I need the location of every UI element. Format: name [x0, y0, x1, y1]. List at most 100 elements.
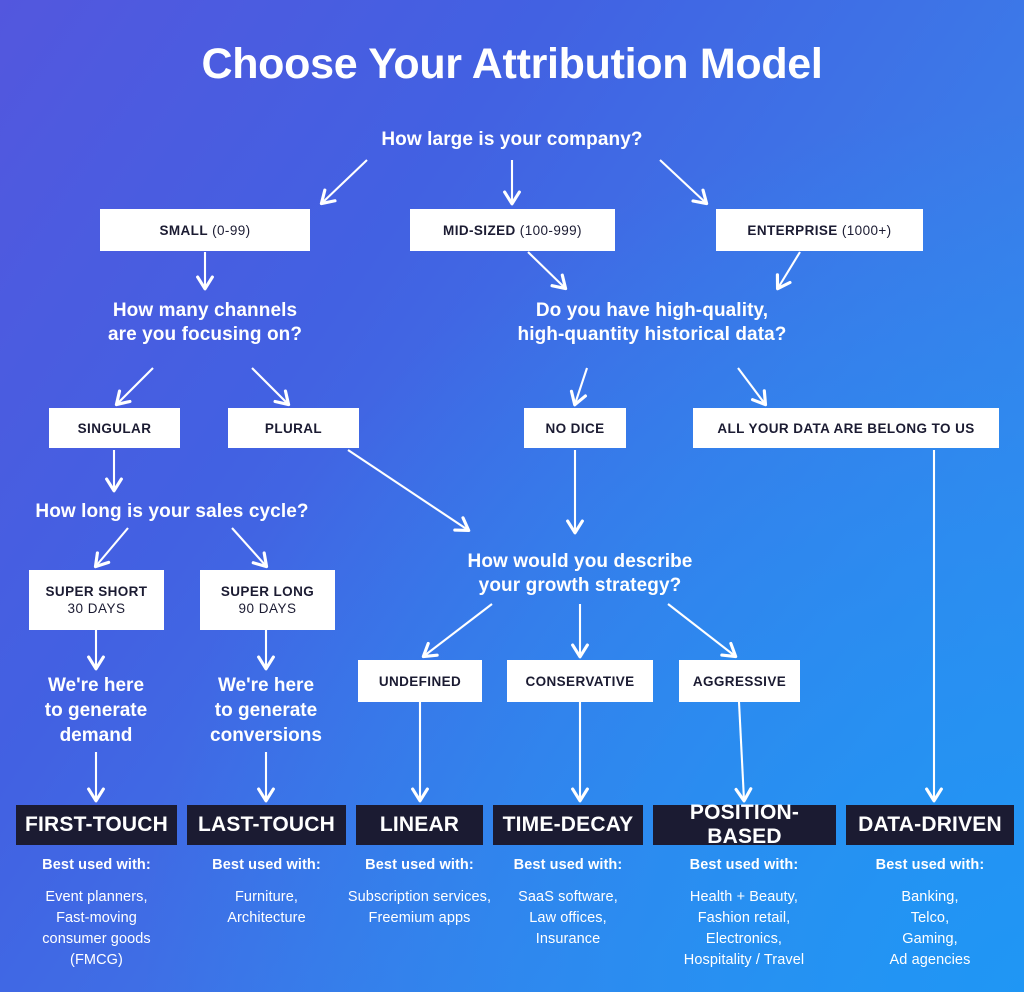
question-channels-line1: How many channels	[112, 300, 298, 321]
question-channels-line2: are you focusing on?	[107, 324, 303, 346]
box-singular[interactable]: SINGULAR	[49, 408, 180, 448]
footer-linear: Best used with: Subscription services, F…	[340, 857, 499, 929]
arrow-enterprise-to-data	[775, 251, 801, 291]
outcome-demand-line1: We're here	[47, 675, 145, 696]
arrow-to-super-short	[93, 527, 129, 569]
outcome-demand-line2: to generate	[44, 700, 148, 722]
model-box-data-driven[interactable]: DATA-DRIVEN	[846, 805, 1014, 845]
footer-body-last-touch: Furniture, Architecture	[187, 887, 346, 929]
arrow-to-small	[319, 159, 368, 206]
model-name-linear: LINEAR	[379, 813, 460, 836]
footer-line: Telco,	[910, 910, 950, 927]
model-box-last-touch[interactable]: LAST-TOUCH	[187, 805, 346, 845]
box-plural-label: PLURAL	[264, 420, 323, 436]
box-undefined[interactable]: UNDEFINED	[358, 660, 482, 702]
question-growth-strategy-line2: your growth strategy?	[478, 575, 682, 597]
box-all-your-data[interactable]: ALL YOUR DATA ARE BELONG TO US	[693, 408, 999, 448]
arrow-to-aggressive	[667, 603, 738, 659]
box-conservative[interactable]: CONSERVATIVE	[507, 660, 653, 702]
footer-line: Event planners,	[45, 889, 148, 905]
footer-body-time-decay: SaaS software, Law offices, Insurance	[493, 887, 643, 950]
footer-line: Ad agencies	[889, 952, 971, 969]
question-historical-data: Do you have high-quality, high-quantity …	[447, 299, 857, 348]
footer-line: Fashion retail,	[697, 910, 791, 927]
box-mid-sized-range: (100-999)	[515, 222, 582, 238]
box-all-your-data-label: ALL YOUR DATA ARE BELONG TO US	[717, 420, 975, 436]
footer-heading-first-touch: Best used with:	[42, 857, 151, 873]
model-box-time-decay[interactable]: TIME-DECAY	[493, 805, 643, 845]
footer-body-first-touch: Event planners, Fast-moving consumer goo…	[16, 887, 177, 971]
footer-line: SaaS software,	[518, 889, 618, 905]
footer-line: Freemium apps	[368, 910, 471, 927]
page-title: Choose Your Attribution Model	[201, 40, 823, 88]
arrow-to-no-dice	[569, 367, 588, 407]
arrow-midsized-to-data	[527, 251, 568, 291]
box-enterprise[interactable]: ENTERPRISE (1000+)	[716, 209, 923, 251]
question-company-size: How large is your company?	[381, 129, 643, 150]
box-small-label: SMALL	[159, 222, 208, 238]
footer-line: Architecture	[227, 910, 306, 927]
box-mid-sized-label: MID-SIZED	[443, 222, 516, 238]
outcome-demand: We're here to generate demand	[16, 673, 176, 748]
model-box-linear[interactable]: LINEAR	[356, 805, 483, 845]
box-aggressive[interactable]: AGGRESSIVE	[679, 660, 800, 702]
model-name-last-touch: LAST-TOUCH	[198, 813, 335, 836]
footer-position-based: Best used with: Health + Beauty, Fashion…	[648, 857, 840, 971]
footer-heading-position-based: Best used with:	[689, 857, 799, 873]
footer-last-touch: Best used with: Furniture, Architecture	[187, 857, 346, 929]
box-small[interactable]: SMALL (0-99)	[100, 209, 310, 251]
box-enterprise-label: ENTERPRISE	[747, 222, 838, 238]
footer-line: Insurance	[535, 931, 601, 948]
footer-time-decay: Best used with: SaaS software, Law offic…	[493, 857, 643, 950]
outcome-conversions-line2: to generate	[214, 700, 318, 722]
footer-body-data-driven: Banking, Telco, Gaming, Ad agencies	[846, 887, 1014, 971]
model-box-position-based[interactable]: POSITION-BASED	[653, 801, 836, 848]
model-name-first-touch: FIRST-TOUCH	[25, 813, 168, 836]
outcome-demand-line3: demand	[59, 725, 133, 747]
question-historical-data-line2: high-quantity historical data?	[517, 324, 787, 346]
footer-heading-linear: Best used with:	[365, 857, 474, 873]
footer-body-position-based: Health + Beauty, Fashion retail, Electro…	[648, 887, 840, 971]
arrow-to-super-long	[231, 527, 269, 569]
footer-line: Electronics,	[705, 931, 783, 948]
box-super-short-label: SUPER SHORT	[45, 584, 148, 599]
box-super-long[interactable]: SUPER LONG 90 DAYS	[200, 570, 335, 630]
outcome-conversions-line3: conversions	[210, 725, 322, 747]
question-channels: How many channels are you focusing on?	[55, 299, 355, 348]
model-name-data-driven: DATA-DRIVEN	[858, 813, 1002, 836]
box-aggressive-label: AGGRESSIVE	[692, 673, 787, 689]
footer-line: Furniture,	[234, 889, 299, 905]
question-sales-cycle: How long is your sales cycle?	[35, 501, 309, 522]
footer-line: (FMCG)	[70, 952, 123, 969]
footer-line: Health + Beauty,	[689, 889, 799, 905]
box-no-dice-label: NO DICE	[545, 420, 605, 436]
footer-heading-data-driven: Best used with:	[875, 857, 985, 873]
arrow-to-all-your-data	[737, 367, 768, 407]
model-name-time-decay: TIME-DECAY	[502, 813, 634, 836]
box-super-long-days: 90 DAYS	[238, 601, 297, 616]
box-mid-sized[interactable]: MID-SIZED (100-999)	[410, 209, 615, 251]
footer-body-linear: Subscription services, Freemium apps	[340, 887, 499, 929]
box-small-range: (0-99)	[207, 222, 251, 238]
footer-heading-time-decay: Best used with:	[513, 857, 623, 873]
footer-line: Law offices,	[529, 910, 607, 927]
footer-line: Fast-moving	[56, 910, 137, 927]
box-super-short[interactable]: SUPER SHORT 30 DAYS	[29, 570, 164, 630]
footer-line: Hospitality / Travel	[683, 952, 805, 969]
arrow-to-enterprise	[659, 159, 709, 206]
footer-first-touch: Best used with: Event planners, Fast-mov…	[16, 857, 177, 971]
arrow-to-singular	[114, 367, 154, 407]
footer-heading-last-touch: Best used with:	[212, 857, 321, 873]
box-conservative-label: CONSERVATIVE	[525, 673, 635, 689]
box-plural[interactable]: PLURAL	[228, 408, 359, 448]
arrow-plural-to-growth	[347, 449, 471, 533]
arrow-to-plural	[251, 367, 291, 407]
arrow-aggressive-to-position-based	[734, 701, 753, 803]
footer-line: Subscription services,	[347, 889, 492, 905]
footer-line: Gaming,	[902, 931, 958, 948]
box-singular-label: SINGULAR	[77, 420, 152, 436]
box-undefined-label: UNDEFINED	[378, 673, 462, 689]
model-box-first-touch[interactable]: FIRST-TOUCH	[16, 805, 177, 845]
box-no-dice[interactable]: NO DICE	[524, 408, 626, 448]
footer-line: consumer goods	[42, 931, 151, 948]
